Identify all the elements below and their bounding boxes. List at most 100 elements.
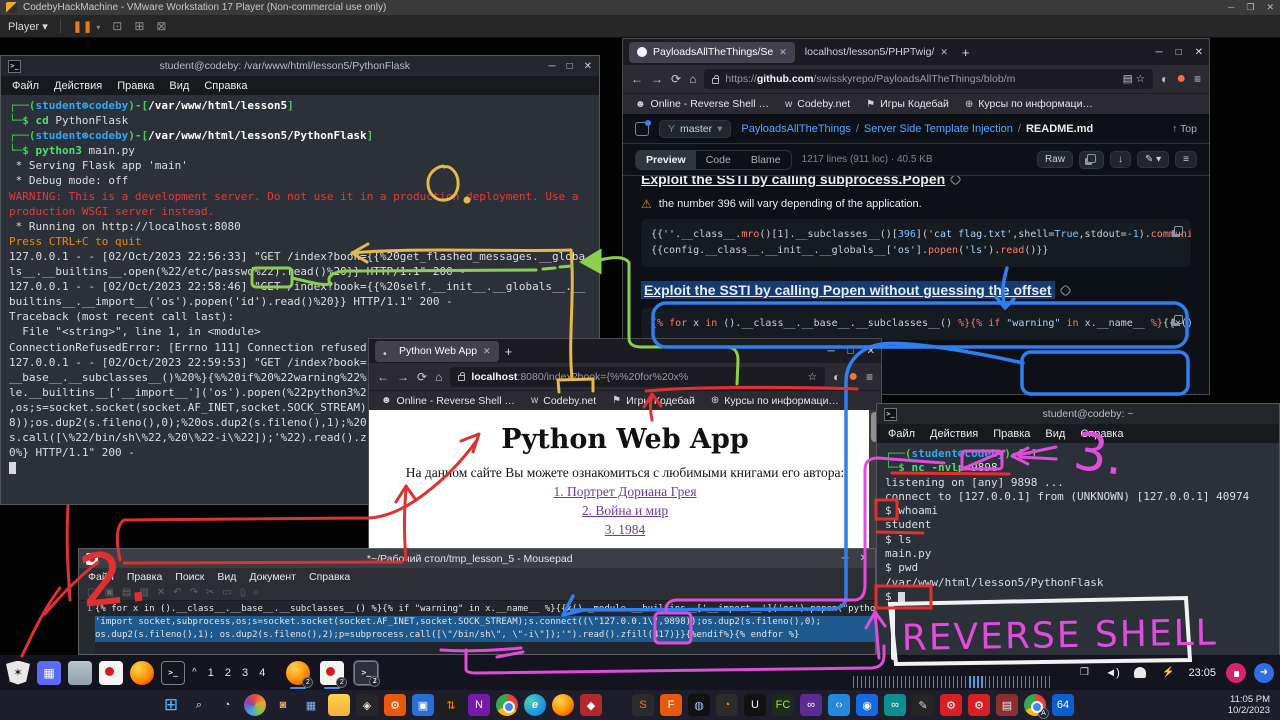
vm-maximize-button[interactable]: ❐ xyxy=(1246,2,1254,13)
reload-icon[interactable]: ⟳ xyxy=(417,370,427,384)
menu-item[interactable]: Вид xyxy=(1045,428,1065,440)
terminal-launcher[interactable]: >_ xyxy=(161,661,185,685)
red-app[interactable]: ◆ xyxy=(580,694,602,716)
unreal[interactable]: U xyxy=(744,694,766,716)
vm-close-button[interactable]: ✕ xyxy=(1266,2,1274,13)
book-link[interactable]: 3. 1984 xyxy=(369,522,881,538)
vscode[interactable]: ‹› xyxy=(828,694,850,716)
anchor-link-icon[interactable] xyxy=(1059,284,1072,297)
terminal-running[interactable]: >_2 xyxy=(354,661,378,685)
minimize-button[interactable]: ─ xyxy=(827,346,834,357)
code-block-popen[interactable]: {% for x in ().__class__.__base__.__subc… xyxy=(641,308,1191,340)
bell-icon[interactable] xyxy=(1130,663,1150,683)
top-link[interactable]: ↑ Top xyxy=(1172,123,1197,135)
code-block-subprocess[interactable]: {{''.__class__.mro()[1].__subclasses__()… xyxy=(641,219,1191,267)
editor-text[interactable]: {% for x in ().__class__.__base__.__subc… xyxy=(95,601,875,654)
sidebar-file-icon[interactable] xyxy=(635,122,649,136)
copy-button[interactable] xyxy=(1079,151,1104,169)
menu-item[interactable]: Вид xyxy=(169,80,189,92)
breadcrumb-repo[interactable]: PayloadsAllTheThings xyxy=(741,123,850,135)
menu-item[interactable]: Справка xyxy=(1080,428,1123,440)
sublime[interactable]: S xyxy=(632,694,654,716)
download-button[interactable]: ↓ xyxy=(1110,151,1131,168)
toolbar-icon[interactable]: ✕ xyxy=(157,587,165,598)
anchor-link-icon[interactable] xyxy=(949,176,962,186)
mousepad-launcher[interactable] xyxy=(99,661,123,685)
edit-button[interactable]: ✎ ▾ xyxy=(1137,151,1169,168)
home-icon[interactable]: ⌂ xyxy=(435,370,442,384)
menu-item[interactable]: Действия xyxy=(54,80,102,92)
forward-icon[interactable]: → xyxy=(651,72,663,86)
back-icon[interactable]: ← xyxy=(631,72,643,86)
orange-settings-app[interactable]: ⚙ xyxy=(384,694,406,716)
printer-app[interactable]: ▤ xyxy=(996,694,1018,716)
outline-button[interactable]: ≡ xyxy=(1175,151,1197,168)
minimize-button[interactable]: ─ xyxy=(548,61,555,72)
firefox-account-icon[interactable]: ● xyxy=(848,368,858,386)
menu-icon[interactable]: ≡ xyxy=(866,370,873,384)
bookmark[interactable]: ⚑Игры Кодебай xyxy=(866,98,949,110)
map-pin-app[interactable]: ◉ xyxy=(856,694,878,716)
mousepad-running[interactable]: 2 xyxy=(320,661,344,685)
color-wheel-app[interactable] xyxy=(244,694,266,716)
bookmark[interactable]: ⊕Курсы по информаци… xyxy=(711,395,839,407)
obsidian[interactable]: ◈ xyxy=(356,694,378,716)
close-button[interactable]: ✕ xyxy=(860,553,868,564)
onenote[interactable]: N xyxy=(468,694,490,716)
display-icon[interactable]: ❒ xyxy=(1074,663,1094,683)
bookmark[interactable]: wCodeby.net xyxy=(531,395,596,407)
tab-preview[interactable]: Preview xyxy=(636,151,696,169)
url-bar[interactable]: https://github.com/swisskyrepo/PayloadsA… xyxy=(704,69,1153,89)
power-icon[interactable]: ⚡ xyxy=(1158,663,1178,683)
copy-icon[interactable] xyxy=(1174,315,1183,324)
firefox[interactable] xyxy=(552,694,574,716)
player-menu[interactable]: Player ▾ xyxy=(8,20,48,33)
terminal-output[interactable]: ┌──(student⊛codeby)-[~]└─$ nc -nvlp 9898… xyxy=(877,443,1279,659)
terminal-titlebar[interactable]: >_ student@codeby: ~ xyxy=(877,404,1279,424)
fc-app[interactable]: FC xyxy=(772,694,794,716)
forward-icon[interactable]: → xyxy=(397,370,409,384)
orange-arrows-app[interactable]: ⇅ xyxy=(440,694,462,716)
ctrl-alt-del-icon[interactable]: ⊡ xyxy=(112,19,122,33)
chrome-profile[interactable]: A xyxy=(1024,694,1046,716)
toolbar-icon[interactable]: ▭ xyxy=(222,587,231,598)
file-manager[interactable] xyxy=(68,661,92,685)
copy-icon[interactable] xyxy=(1174,226,1183,235)
menu-icon[interactable]: ≡ xyxy=(1194,72,1201,86)
menu-item[interactable]: Правка xyxy=(117,80,154,92)
tab-close-icon[interactable]: ✕ xyxy=(779,47,787,58)
minimize-button[interactable]: ─ xyxy=(842,553,849,564)
menu-item[interactable]: Файл xyxy=(12,80,39,92)
shield-icon[interactable]: ◐ xyxy=(833,370,840,384)
tab-payloadsallthethings[interactable]: PayloadsAllTheThings/Se✕ xyxy=(629,42,795,63)
menu-item[interactable]: Файл xyxy=(88,571,114,583)
tab-python-web-app[interactable]: •Python Web App✕ xyxy=(375,341,499,362)
distro-logo[interactable]: ✶ xyxy=(6,661,30,685)
blender[interactable]: ◔ xyxy=(716,694,738,716)
box-3d-app[interactable]: ▣ xyxy=(412,694,434,716)
menu-item[interactable]: Справка xyxy=(309,571,350,583)
home-icon[interactable]: ⌂ xyxy=(689,72,696,86)
f-app[interactable]: F xyxy=(660,694,682,716)
clock[interactable]: 23:05 xyxy=(1188,667,1216,679)
reload-icon[interactable]: ⟳ xyxy=(671,72,681,86)
menu-item[interactable]: Справка xyxy=(204,80,247,92)
maximize-button[interactable]: □ xyxy=(567,61,573,72)
toolbar-icon[interactable]: ⌕ xyxy=(253,587,259,598)
maximize-button[interactable]: □ xyxy=(1176,47,1182,58)
start-button[interactable]: ⊞ xyxy=(160,694,182,716)
search-icon[interactable]: ⌕ xyxy=(188,694,210,716)
maximize-button[interactable]: □ xyxy=(848,346,854,357)
close-button[interactable]: ✕ xyxy=(1195,47,1203,58)
toolbar-icon[interactable]: ▢ xyxy=(87,587,96,598)
firefox-running[interactable]: 2 xyxy=(286,661,310,685)
shield-icon[interactable]: ◐ xyxy=(1161,72,1168,86)
workspace-pager[interactable]: 1 2 3 4 xyxy=(208,667,270,679)
bookmark[interactable]: ☻Online - Reverse Shell … xyxy=(381,395,515,407)
close-button[interactable]: ✕ xyxy=(584,61,592,72)
windows-clock[interactable]: 11:05 PM10/2/2023 xyxy=(1228,694,1280,716)
terminal-titlebar[interactable]: >_ student@codeby: /var/www/html/lesson5… xyxy=(1,56,599,76)
toolbar-icon[interactable]: ↷ xyxy=(190,587,198,598)
bookmark-star-icon[interactable]: ☆ xyxy=(808,371,817,383)
tab-close-icon[interactable]: ✕ xyxy=(940,47,948,58)
